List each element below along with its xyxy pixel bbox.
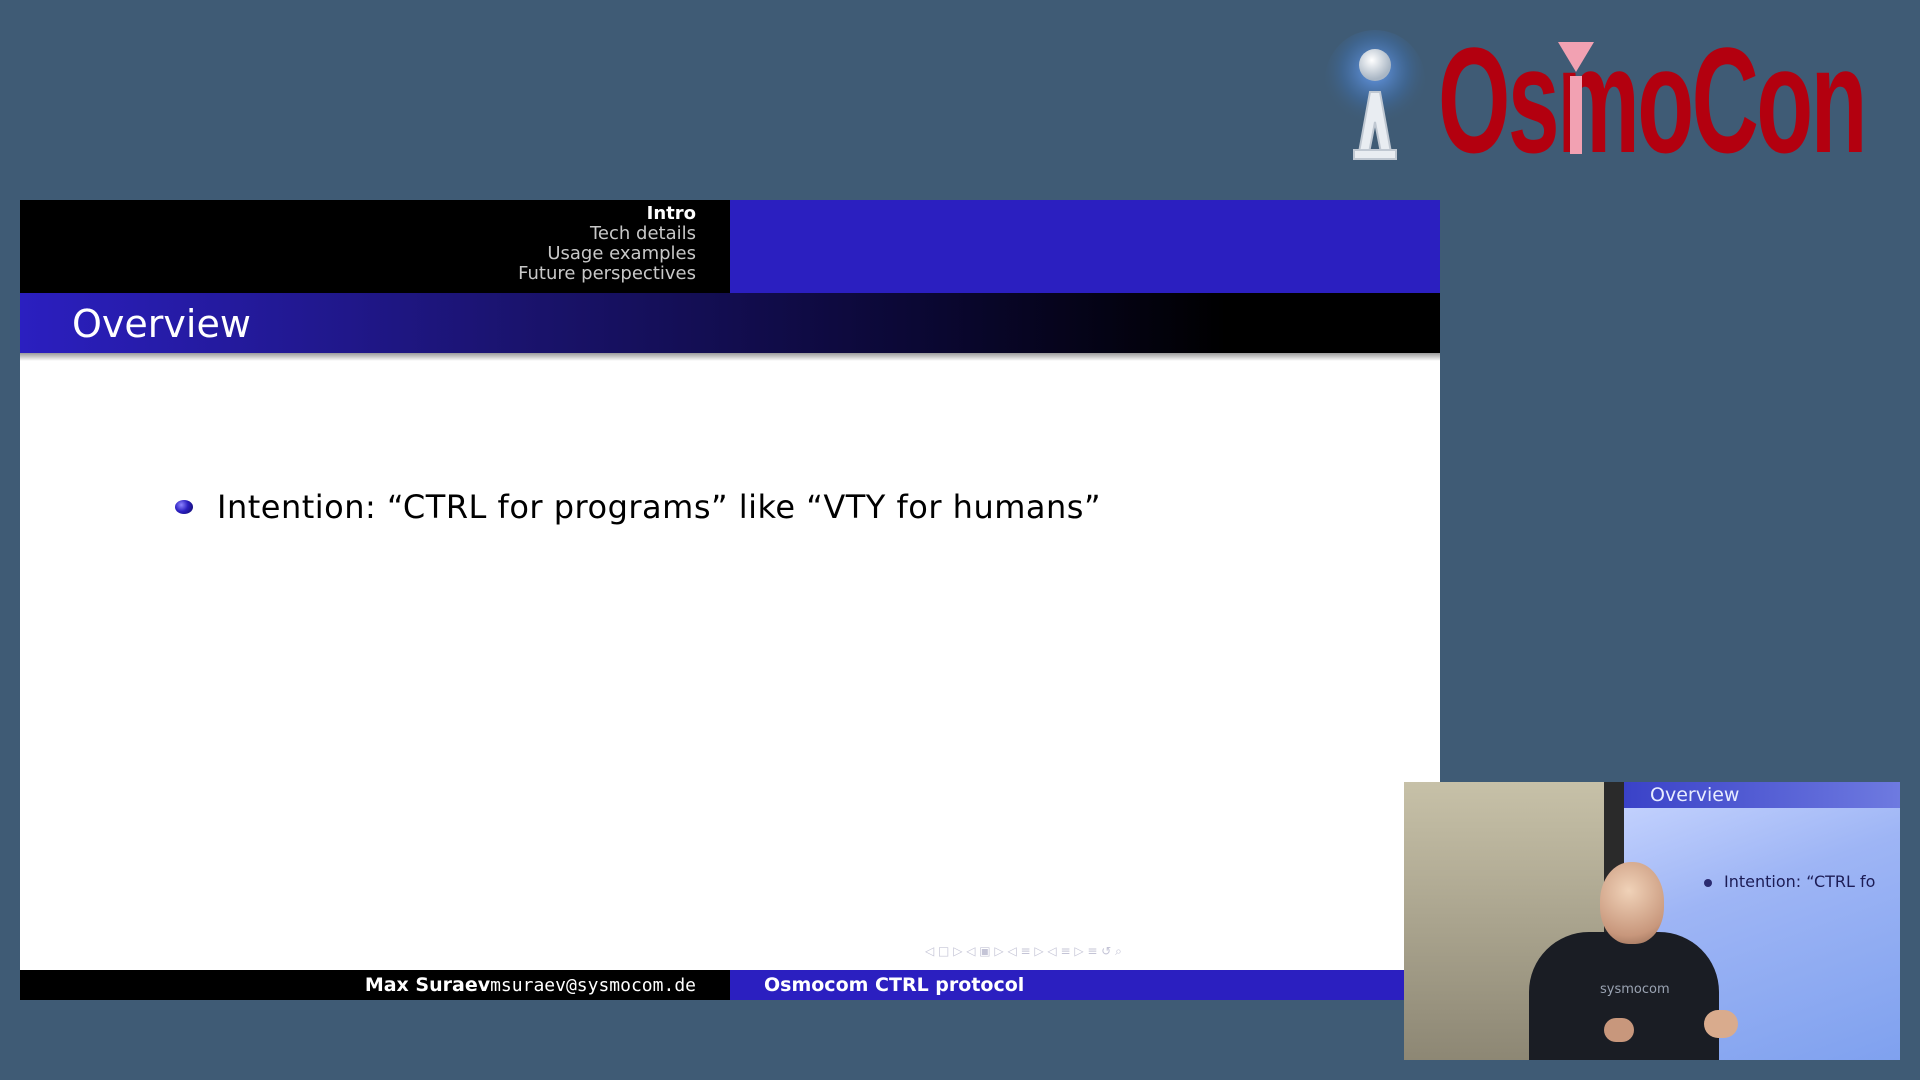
author-name: Max Suraev: [364, 974, 491, 996]
frame-title: Overview: [72, 302, 251, 346]
section-item-current[interactable]: Intro: [518, 204, 696, 224]
logo-marker-stem: [1570, 76, 1582, 154]
bullet-icon: [175, 500, 193, 514]
section-item-tech-details[interactable]: Tech details: [518, 224, 696, 244]
footer-author-panel: Max Suraevmsuraev@sysmocom.de: [20, 970, 730, 1000]
section-item-usage-examples[interactable]: Usage examples: [518, 244, 696, 264]
osmocon-logo: OsmoCon: [1320, 16, 1900, 184]
speaker-shirt-text: sysmocom: [1600, 982, 1670, 997]
headline-left-panel: Intro Tech details Usage examples Future…: [20, 200, 730, 293]
bullet-text: Intention: “CTRL for programs” like “VTY…: [217, 488, 1102, 526]
footer-title-panel: Osmocom CTRL protocol: [730, 970, 1440, 1000]
author-email: msuraev@sysmocom.de: [490, 975, 696, 996]
title-shadow: [20, 353, 1440, 361]
video-screen-title: Overview: [1650, 784, 1740, 806]
section-navigation: Intro Tech details Usage examples Future…: [518, 204, 696, 284]
presentation-slide: Intro Tech details Usage examples Future…: [20, 200, 1440, 1000]
video-screen-text: Intention: “CTRL fo: [1724, 872, 1876, 891]
speaker-head: [1600, 862, 1664, 944]
footer-talk-title: Osmocom CTRL protocol: [764, 974, 1025, 996]
video-frame: OsmoCon Intro Tech details Usage example…: [0, 0, 1920, 1080]
slide-footer: Max Suraevmsuraev@sysmocom.de Osmocom CT…: [20, 970, 1440, 1000]
slide-headline: Intro Tech details Usage examples Future…: [20, 200, 1440, 293]
antenna-tower-icon: [1325, 30, 1425, 160]
logo-text: OsmoCon: [1438, 16, 1867, 184]
footer-author: Max Suraevmsuraev@sysmocom.de: [365, 970, 696, 1000]
speaker-hand-right: [1704, 1010, 1738, 1038]
beamer-navigation-symbols[interactable]: ◁ □ ▷ ◁ ▣ ▷ ◁ ≡ ▷ ◁ ≡ ▷ ≡ ↺ ⌕: [925, 944, 1425, 962]
logo-marker-icon: [1558, 42, 1594, 72]
headline-right-panel: [730, 200, 1440, 293]
video-bullet-icon: [1704, 879, 1712, 887]
section-item-future-perspectives[interactable]: Future perspectives: [518, 264, 696, 284]
speaker-hand-left: [1604, 1018, 1634, 1042]
speaker-video: Overview Intention: “CTRL fo sysmocom: [1404, 782, 1900, 1060]
